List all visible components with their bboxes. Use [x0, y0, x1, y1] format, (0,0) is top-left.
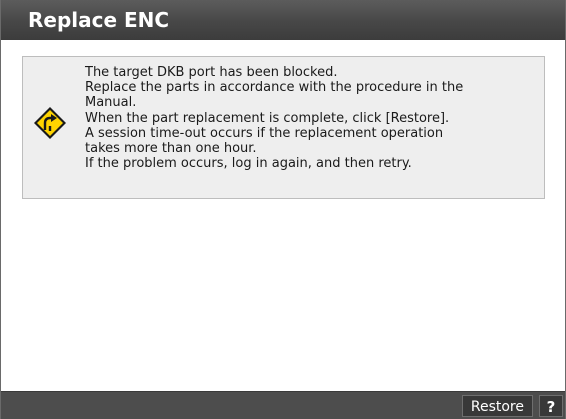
- title-bar: Replace ENC: [1, 0, 565, 40]
- message-line: When the part replacement is complete, c…: [85, 110, 450, 126]
- message-line: takes more than one hour.: [85, 141, 257, 157]
- message-panel: The target DKB port has been blocked. Re…: [22, 56, 545, 199]
- message-line: Replace the parts in accordance with the…: [85, 80, 464, 96]
- message-line: A session time-out occurs if the replace…: [85, 125, 444, 141]
- message-line: The target DKB port has been blocked.: [85, 65, 338, 80]
- message-line: Manual.: [85, 95, 137, 111]
- message-text: The target DKB port has been blocked. Re…: [85, 65, 541, 171]
- restore-button[interactable]: Restore: [461, 395, 533, 417]
- warning-diamond-icon: [34, 107, 66, 139]
- footer-bar: Restore ?: [1, 391, 565, 419]
- dialog-title: Replace ENC: [28, 8, 170, 32]
- replace-enc-dialog: Replace ENC The target DKB port has been…: [0, 0, 566, 419]
- message-line: If the problem occurs, log in again, and…: [85, 156, 412, 172]
- help-button[interactable]: ?: [539, 395, 563, 417]
